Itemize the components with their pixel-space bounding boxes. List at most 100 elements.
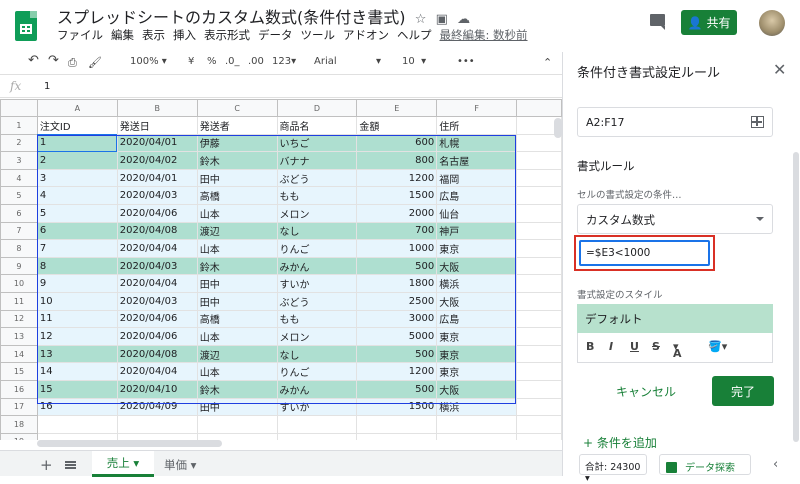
cell[interactable] xyxy=(516,168,562,188)
cell[interactable]: 600 xyxy=(356,133,438,153)
cell[interactable]: 3000 xyxy=(356,309,438,329)
sum-indicator[interactable]: 合計: 24300 ▾ xyxy=(579,454,647,484)
cell[interactable]: 注文ID xyxy=(36,116,118,135)
menu-tools[interactable]: ツール xyxy=(301,27,336,45)
cell[interactable]: 1500 xyxy=(356,186,438,205)
cell[interactable]: 12 xyxy=(36,327,118,346)
share-button[interactable]: 👤 共有 xyxy=(681,10,737,35)
document-title[interactable]: スプレッドシートのカスタム数式(条件付き書式) ☆ ▣ ☁ xyxy=(57,4,470,28)
cell[interactable]: 8 xyxy=(36,256,118,276)
percent-button[interactable]: % xyxy=(207,56,217,67)
cell[interactable]: もも xyxy=(276,186,358,205)
comment-icon[interactable] xyxy=(650,14,665,30)
cell[interactable]: ぶどう xyxy=(276,168,358,188)
cell[interactable]: 山本 xyxy=(196,203,278,223)
row-header[interactable]: 6 xyxy=(0,203,38,223)
cell[interactable]: 大阪 xyxy=(436,291,518,311)
row-header[interactable]: 8 xyxy=(0,239,38,258)
cell[interactable]: 13 xyxy=(36,344,118,364)
row-header[interactable]: 5 xyxy=(0,186,38,205)
cell[interactable]: 2020/04/04 xyxy=(116,274,198,293)
more-toolbar-button[interactable]: ••• xyxy=(457,56,475,67)
cell[interactable]: 名古屋 xyxy=(436,151,518,170)
row-header[interactable]: 18 xyxy=(0,415,38,434)
cell[interactable]: 田中 xyxy=(196,168,278,188)
cell[interactable]: 1000 xyxy=(356,239,438,258)
condition-select[interactable]: カスタム数式 xyxy=(577,204,773,234)
done-button[interactable]: 完了 xyxy=(712,376,774,406)
menu-file[interactable]: ファイル xyxy=(57,27,103,45)
chevron-up-icon[interactable]: ⌃ xyxy=(543,56,552,69)
cell[interactable]: 鈴木 xyxy=(196,151,278,170)
horizontal-scrollbar[interactable] xyxy=(37,440,222,447)
menu-data[interactable]: データ xyxy=(258,27,293,45)
cell[interactable] xyxy=(196,415,278,434)
currency-button[interactable]: ¥ xyxy=(188,56,194,67)
cell[interactable]: 3 xyxy=(36,168,118,188)
row-header[interactable]: 1 xyxy=(0,116,38,135)
print-icon[interactable]: ⎙ xyxy=(68,56,77,70)
cell[interactable]: 2020/04/04 xyxy=(116,362,198,381)
cell[interactable]: 2020/04/01 xyxy=(116,133,198,153)
cell[interactable]: 7 xyxy=(36,239,118,258)
cell[interactable]: 発送日 xyxy=(116,116,198,135)
sheet-tab[interactable]: 単価 ▾ xyxy=(164,457,196,473)
cell[interactable]: 14 xyxy=(36,362,118,381)
cell[interactable]: 鈴木 xyxy=(196,379,278,399)
cell[interactable]: りんご xyxy=(276,362,358,381)
redo-icon[interactable]: ↷ xyxy=(48,53,59,68)
cell[interactable]: 1500 xyxy=(356,397,438,417)
cell[interactable]: 田中 xyxy=(196,291,278,311)
cell[interactable] xyxy=(36,415,118,434)
cell[interactable]: 山本 xyxy=(196,239,278,258)
cell[interactable] xyxy=(116,432,198,440)
cell[interactable] xyxy=(36,432,118,440)
cell[interactable]: バナナ xyxy=(276,151,358,170)
cell[interactable] xyxy=(516,274,562,293)
custom-formula-input[interactable]: =$E3<1000 xyxy=(579,240,710,266)
cell[interactable]: すいか xyxy=(276,274,358,293)
cell[interactable]: 伊藤 xyxy=(196,133,278,153)
cell[interactable]: 2020/04/09 xyxy=(116,397,198,417)
cell[interactable] xyxy=(516,151,562,170)
cell[interactable]: 700 xyxy=(356,221,438,241)
last-edit-link[interactable]: 最終編集: 数秒前 xyxy=(440,27,528,45)
cell[interactable] xyxy=(516,344,562,364)
cell[interactable]: 500 xyxy=(356,344,438,364)
bold-button[interactable]: B xyxy=(586,340,594,353)
undo-icon[interactable]: ↶ xyxy=(28,53,39,68)
column-header[interactable]: A xyxy=(36,99,118,117)
row-header[interactable]: 3 xyxy=(0,151,38,170)
row-header[interactable]: 4 xyxy=(0,168,38,188)
chevron-left-icon[interactable]: ‹ xyxy=(773,457,778,472)
row-header[interactable]: 19 xyxy=(0,432,38,440)
cell[interactable]: 2020/04/10 xyxy=(116,379,198,399)
range-input[interactable]: A2:F17 xyxy=(577,107,773,137)
document-title-text[interactable]: スプレッドシートのカスタム数式(条件付き書式) xyxy=(57,8,406,27)
star-icon[interactable]: ☆ xyxy=(411,12,427,27)
strikethrough-button[interactable]: S xyxy=(652,340,660,353)
cell[interactable]: 田中 xyxy=(196,274,278,293)
cell[interactable] xyxy=(516,186,562,205)
more-formats-button[interactable]: 123▾ xyxy=(272,56,296,67)
cell[interactable]: 500 xyxy=(356,256,438,276)
cell[interactable]: 2020/04/06 xyxy=(116,327,198,346)
cell[interactable]: 6 xyxy=(36,221,118,241)
cell[interactable]: 横浜 xyxy=(436,397,518,417)
cell[interactable]: メロン xyxy=(276,327,358,346)
cell[interactable]: 10 xyxy=(36,291,118,311)
cell[interactable] xyxy=(356,415,438,434)
sheets-logo-icon[interactable] xyxy=(15,11,37,41)
cell[interactable]: 大阪 xyxy=(436,379,518,399)
cell[interactable]: 鈴木 xyxy=(196,256,278,276)
cell[interactable] xyxy=(276,415,358,434)
cell[interactable] xyxy=(516,239,562,258)
cell[interactable]: なし xyxy=(276,221,358,241)
italic-button[interactable]: I xyxy=(609,340,613,353)
column-header[interactable]: E xyxy=(356,99,438,117)
row-header[interactable]: 17 xyxy=(0,397,38,417)
avatar[interactable] xyxy=(759,10,785,36)
cell[interactable]: すいか xyxy=(276,397,358,417)
cell[interactable] xyxy=(516,379,562,399)
sheet-tab-active[interactable]: 売上 ▾ xyxy=(92,451,154,477)
